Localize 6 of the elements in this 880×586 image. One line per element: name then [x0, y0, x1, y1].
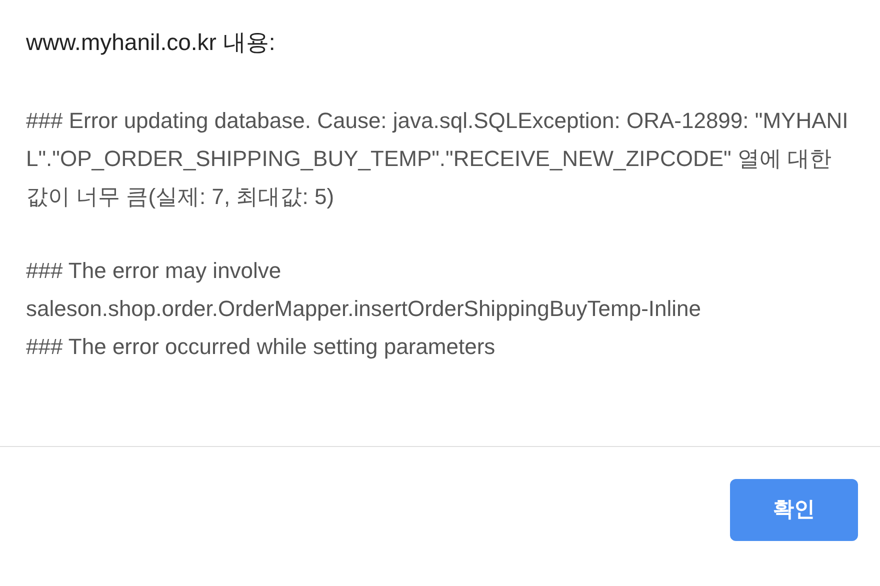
dialog-title: www.myhanil.co.kr 내용:: [26, 28, 276, 57]
ok-button[interactable]: 확인: [730, 479, 858, 541]
error-message-text: ### The error occurred while setting parameters: [26, 333, 496, 361]
error-message-text: ### The error may involve: [26, 257, 282, 285]
error-message-text: ### Error updating database. Cause: java.sql.SQLException: ORA-12899: "MYHANIL"."OP_ORDER_SHIPPING_BUY_TEMP"."RECEIVE_NEW_ZIPCODE" 열에 대한 값이 너무 큼(실제: 7, 최대값: 5): [26, 107, 850, 211]
error-message-text: saleson.shop.order.OrderMapper.insertOrderShippingBuyTemp-Inline: [26, 295, 702, 323]
